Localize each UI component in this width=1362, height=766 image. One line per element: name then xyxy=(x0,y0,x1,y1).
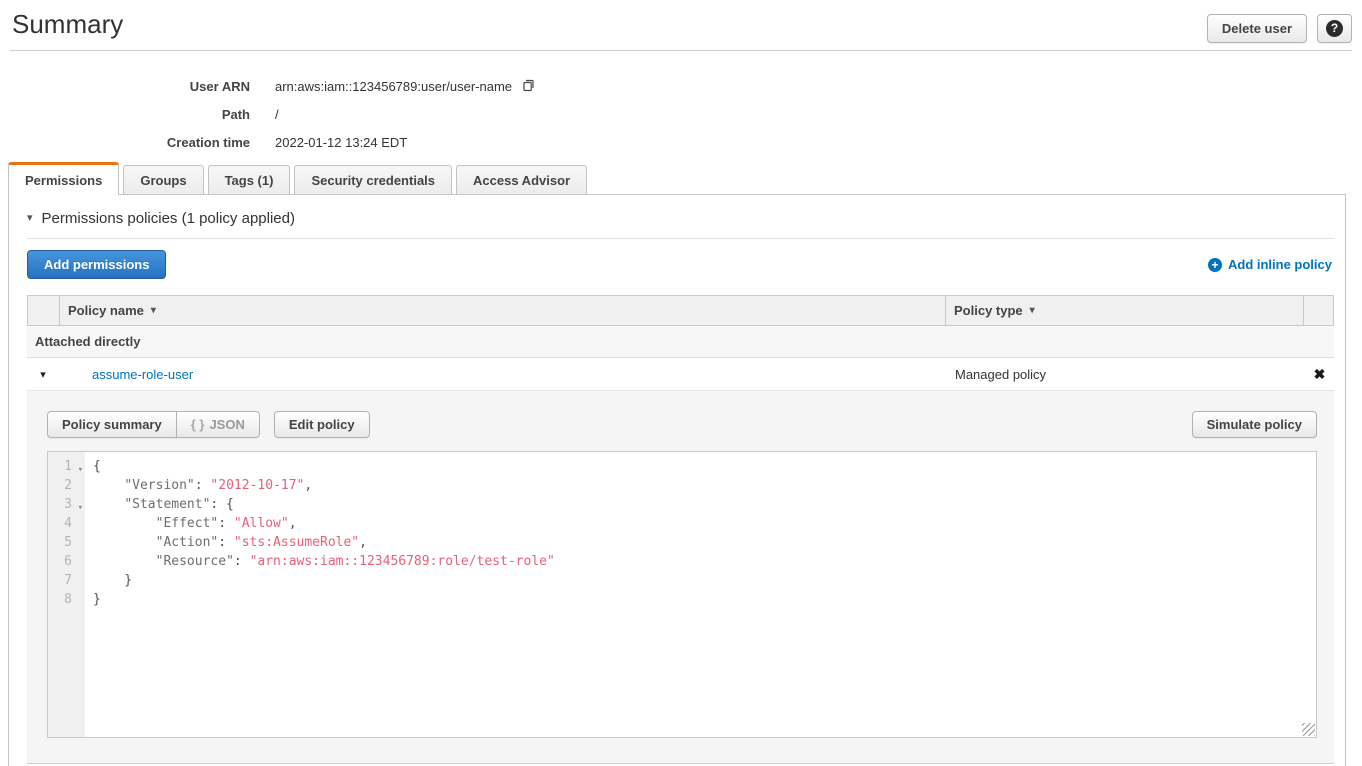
json-view-button[interactable]: { } JSON xyxy=(176,411,260,438)
creation-time-value: 2022-01-12 13:24 EDT xyxy=(275,135,407,150)
page-title: Summary xyxy=(12,8,123,40)
tab-permissions[interactable]: Permissions xyxy=(8,162,119,195)
edit-policy-button[interactable]: Edit policy xyxy=(274,411,370,438)
field-row-creation-time: Creation time 2022-01-12 13:24 EDT xyxy=(0,128,1362,156)
field-row-user-arn: User ARN arn:aws:iam::123456789:user/use… xyxy=(0,72,1362,100)
field-label: Path xyxy=(0,107,250,122)
policy-type-header-label: Policy type xyxy=(954,303,1023,318)
code-line: "Effect": "Allow", xyxy=(93,514,555,533)
policy-actions-row: Add permissions + Add inline policy xyxy=(27,250,1334,279)
policy-name-column-header[interactable]: Policy name ▾ xyxy=(60,296,946,325)
sort-caret-icon: ▾ xyxy=(1030,305,1035,316)
detach-policy-cell: ✖ xyxy=(1305,367,1334,381)
tab-tags[interactable]: Tags (1) xyxy=(208,165,291,194)
permissions-policies-section-toggle[interactable]: ▾ Permissions policies (1 policy applied… xyxy=(27,210,1334,227)
permissions-tab-panel: ▾ Permissions policies (1 policy applied… xyxy=(8,195,1346,766)
gutter-line-number: 3▾ xyxy=(48,495,85,514)
add-inline-policy-link[interactable]: + Add inline policy xyxy=(1208,257,1332,272)
path-value: / xyxy=(275,107,279,122)
row-expander-caret-icon[interactable]: ▾ xyxy=(27,368,59,381)
actions-column-header xyxy=(1304,296,1333,325)
gutter-line-number: 7 xyxy=(48,571,85,590)
policy-name-header-label: Policy name xyxy=(68,303,144,318)
tab-bar: Permissions Groups Tags (1) Security cre… xyxy=(8,162,1346,195)
code-line: { xyxy=(93,457,555,476)
chevron-down-icon: ▾ xyxy=(27,213,33,224)
field-label: User ARN xyxy=(0,79,250,94)
delete-user-button[interactable]: Delete user xyxy=(1207,14,1307,43)
gutter-line-number: 4 xyxy=(48,514,85,533)
policy-summary-button[interactable]: Policy summary xyxy=(47,411,177,438)
gutter-line-number: 5 xyxy=(48,533,85,552)
expander-column-header xyxy=(28,296,60,325)
gutter-line-number: 8 xyxy=(48,590,85,609)
tab-access-advisor[interactable]: Access Advisor xyxy=(456,165,587,194)
editor-resize-handle[interactable] xyxy=(1302,723,1315,736)
policy-detail-panel: Policy summary { } JSON Edit policy Simu… xyxy=(27,391,1334,764)
field-value: arn:aws:iam::123456789:user/user-name xyxy=(275,77,537,96)
editor-gutter[interactable]: 1▾23▾45678 xyxy=(48,452,85,737)
close-icon[interactable]: ✖ xyxy=(1314,367,1326,381)
copy-icon[interactable] xyxy=(521,77,537,96)
user-arn-value: arn:aws:iam::123456789:user/user-name xyxy=(275,79,512,94)
help-icon: ? xyxy=(1326,20,1343,37)
summary-fields: User ARN arn:aws:iam::123456789:user/use… xyxy=(0,72,1362,156)
code-line: "Resource": "arn:aws:iam::123456789:role… xyxy=(93,552,555,571)
header-actions: Delete user ? xyxy=(1207,14,1352,43)
policy-name-link[interactable]: assume-role-user xyxy=(92,367,193,382)
section-divider xyxy=(27,238,1334,239)
code-line: "Action": "sts:AssumeRole", xyxy=(93,533,555,552)
policy-detail-toolbar: Policy summary { } JSON Edit policy Simu… xyxy=(47,411,1317,438)
tab-groups[interactable]: Groups xyxy=(123,165,203,194)
gutter-line-number: 6 xyxy=(48,552,85,571)
gutter-line-number: 1▾ xyxy=(48,457,85,476)
policy-type-column-header[interactable]: Policy type ▾ xyxy=(946,296,1304,325)
code-line: "Version": "2012-10-17", xyxy=(93,476,555,495)
code-line: } xyxy=(93,590,555,609)
add-inline-policy-label: Add inline policy xyxy=(1228,257,1332,272)
policy-table: Policy name ▾ Policy type ▾ Attached dir… xyxy=(27,295,1334,764)
policy-row: ▾ assume-role-user Managed policy ✖ xyxy=(27,358,1334,391)
json-view-label: JSON xyxy=(209,417,244,432)
policy-name-cell: assume-role-user xyxy=(59,367,947,382)
field-row-path: Path / xyxy=(0,100,1362,128)
code-line: } xyxy=(93,571,555,590)
help-button[interactable]: ? xyxy=(1317,14,1352,43)
add-permissions-button[interactable]: Add permissions xyxy=(27,250,166,279)
table-header-row: Policy name ▾ Policy type ▾ xyxy=(27,295,1334,326)
sort-caret-icon: ▾ xyxy=(151,305,156,316)
policy-type-cell: Managed policy xyxy=(947,367,1305,382)
page-header: Summary Delete user ? xyxy=(0,0,1362,43)
tab-security-credentials[interactable]: Security credentials xyxy=(294,165,452,194)
policy-json-editor[interactable]: 1▾23▾45678 { "Version": "2012-10-17", "S… xyxy=(47,451,1317,738)
section-title: Permissions policies (1 policy applied) xyxy=(42,210,295,227)
editor-code[interactable]: { "Version": "2012-10-17", "Statement": … xyxy=(85,452,555,737)
attached-directly-group-row: Attached directly xyxy=(27,326,1334,358)
field-label: Creation time xyxy=(0,135,250,150)
plus-icon: + xyxy=(1208,258,1222,272)
code-line: "Statement": { xyxy=(93,495,555,514)
header-divider xyxy=(10,50,1352,51)
braces-icon: { } xyxy=(191,417,205,432)
gutter-line-number: 2 xyxy=(48,476,85,495)
simulate-policy-button[interactable]: Simulate policy xyxy=(1192,411,1317,438)
